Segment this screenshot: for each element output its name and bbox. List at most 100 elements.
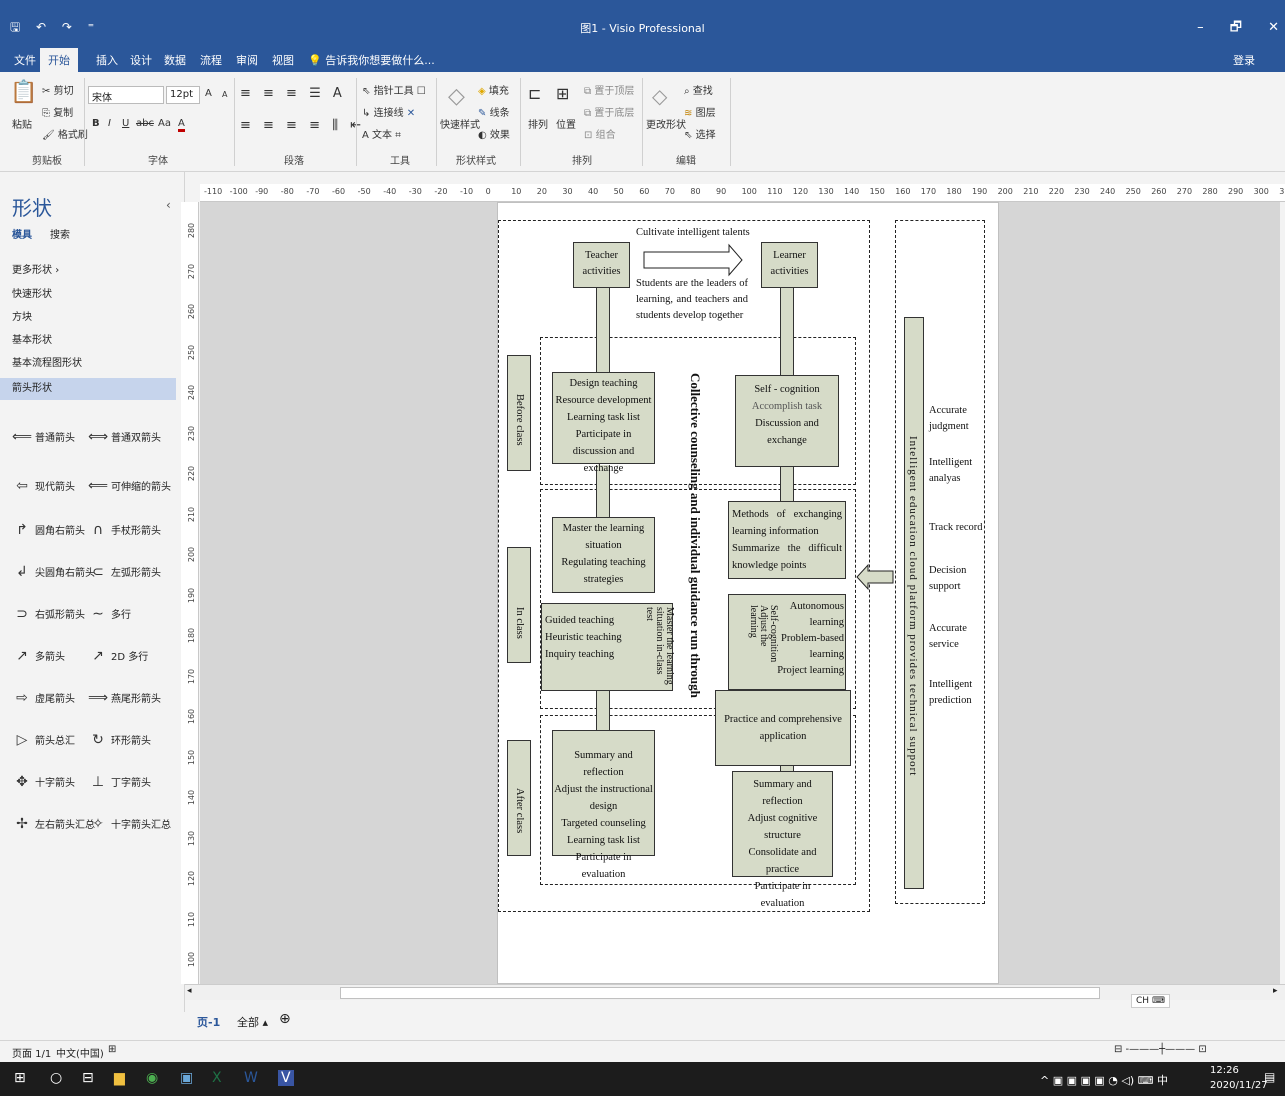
bring-front-button[interactable]: ⧉ 置于顶层	[584, 82, 634, 97]
shape-item[interactable]: ↗ 2D 多行	[88, 648, 148, 664]
find-button[interactable]: ⌕ 查找	[684, 82, 713, 97]
tab-process[interactable]: 流程	[200, 52, 222, 68]
app-icon[interactable]: ▣	[180, 1070, 193, 1086]
stencil-arrow-shapes[interactable]: 箭头形状	[0, 378, 176, 400]
right-arrow-shape[interactable]	[643, 243, 743, 277]
select-button[interactable]: ⇖ 选择	[684, 126, 716, 141]
effects-button[interactable]: ◐ 效果	[478, 126, 510, 141]
tab-stencils[interactable]: 模具	[12, 226, 32, 241]
cut-button[interactable]: ✂ 剪切	[42, 82, 74, 97]
pointer-tool-button[interactable]: ⇖ 指针工具 ☐	[362, 82, 426, 97]
stencil-basic-flowchart[interactable]: 基本流程图形状	[0, 355, 176, 372]
ime-indicator[interactable]: CH ⌨	[1131, 994, 1170, 1008]
teacher-after-box[interactable]: Summary and reflection Adjust the instru…	[552, 730, 655, 880]
file-explorer-icon[interactable]: ▆	[114, 1070, 125, 1086]
task-view-icon[interactable]: ⊟	[82, 1070, 94, 1086]
send-back-button[interactable]: ⧉ 置于底层	[584, 104, 634, 119]
scroll-left-icon[interactable]: ◂	[187, 986, 192, 996]
shape-item[interactable]: ⟹ 燕尾形箭头	[88, 690, 161, 706]
shape-item[interactable]: ↱ 圆角右箭头	[12, 522, 85, 538]
notifications-icon[interactable]: ▤	[1264, 1070, 1275, 1084]
learner-after-box[interactable]: Summary and reflection Adjust cognitive …	[732, 771, 833, 909]
tab-review[interactable]: 审阅	[236, 52, 258, 68]
teacher-before-box[interactable]: Design teaching Resource development Lea…	[552, 372, 655, 474]
shape-item[interactable]: ∼ 多行	[88, 606, 131, 622]
scroll-thumb[interactable]	[340, 987, 1100, 999]
visio-icon[interactable]: V	[278, 1070, 294, 1086]
italic-button[interactable]: I	[108, 118, 111, 129]
tab-home[interactable]: 开始	[40, 48, 78, 72]
learner-activities-box[interactable]: Learner activities	[761, 242, 818, 288]
tab-search[interactable]: 搜索	[50, 226, 70, 241]
change-case-button[interactable]: Aa	[158, 118, 171, 129]
arrange-button[interactable]: 排列	[528, 116, 548, 131]
minimize-button[interactable]: –	[1197, 20, 1204, 35]
page-indicator[interactable]: 页面 1/1	[12, 1045, 51, 1060]
search-icon[interactable]: ○	[50, 1070, 62, 1086]
strikethrough-button[interactable]: abc	[136, 118, 154, 129]
change-shape-button[interactable]: 更改形状	[646, 116, 686, 131]
layers-button[interactable]: ≋ 图层	[684, 104, 716, 119]
drawing-canvas[interactable]: Cultivate intelligent talents Teacher ac…	[200, 202, 1280, 984]
tab-data[interactable]: 数据	[164, 52, 186, 68]
zoom-slider[interactable]: ⊟ -———┼——— ⊡	[1114, 1044, 1207, 1055]
tab-view[interactable]: 视图	[272, 52, 294, 68]
learner-methods-box[interactable]: Methods of exchanging learning informati…	[728, 501, 846, 579]
clock-date[interactable]: 2020/11/27	[1210, 1080, 1268, 1091]
line-button[interactable]: ✎ 线条	[478, 104, 510, 119]
stencil-basic-shapes[interactable]: 基本形状	[0, 332, 176, 349]
shape-item[interactable]: ⟸ 普通箭头	[12, 429, 75, 445]
left-arrow-shape[interactable]	[856, 563, 896, 591]
shape-item[interactable]: ↗ 多箭头	[12, 648, 65, 664]
clock-time[interactable]: 12:26	[1210, 1065, 1239, 1076]
teacher-activities-box[interactable]: Teacher activities	[573, 242, 630, 288]
close-button[interactable]: ✕	[1268, 20, 1279, 35]
language-indicator[interactable]: 中文(中国)	[56, 1045, 104, 1060]
align-top-icons[interactable]: ≡ ≡ ≡ ☰ A	[240, 86, 346, 101]
shape-item[interactable]: ✧ 十字箭头汇总	[88, 816, 171, 832]
font-color-button[interactable]: A	[178, 118, 185, 132]
collapse-pane-icon[interactable]: ‹	[166, 198, 171, 212]
learner-before-box[interactable]: Self - cognition Accomplish task Discuss…	[735, 375, 839, 467]
all-pages-tab[interactable]: 全部 ▴	[237, 1014, 268, 1030]
before-class-label[interactable]: Before class	[507, 355, 531, 471]
shape-item[interactable]: ⊂ 左弧形箭头	[88, 564, 161, 580]
scroll-right-icon[interactable]: ▸	[1273, 986, 1278, 996]
shape-item[interactable]: ↻ 环形箭头	[88, 732, 151, 748]
practice-box[interactable]: Practice and comprehensive application	[715, 690, 851, 766]
teacher-in-box[interactable]: Master the learning situation Regulating…	[552, 517, 655, 593]
font-size-select[interactable]: 12pt	[166, 86, 200, 104]
copy-button[interactable]: ⎘ 复制	[42, 104, 73, 119]
underline-button[interactable]: U	[122, 118, 129, 129]
windows-start-icon[interactable]: ⊞	[14, 1070, 26, 1086]
browser-icon[interactable]: ◉	[146, 1070, 158, 1086]
quick-styles-button[interactable]: 快速样式	[440, 116, 480, 131]
restore-button[interactable]: 🗗	[1230, 20, 1242, 35]
shape-item[interactable]: ⇨ 虚尾箭头	[12, 690, 75, 706]
cloud-platform-label[interactable]: Intelligent education cloud platform pro…	[904, 317, 924, 889]
quick-styles-icon[interactable]: ◇	[448, 84, 465, 109]
connector-button[interactable]: ↳ 连接线 ✕	[362, 104, 415, 119]
tab-design[interactable]: 设计	[130, 52, 152, 68]
shape-item[interactable]: ⟺ 普通双箭头	[88, 429, 161, 445]
system-tray-icons[interactable]: ^ ▣ ▣ ▣ ▣ ◔ ◁) ⌨ 中	[1040, 1072, 1168, 1088]
sign-in-link[interactable]: 登录	[1233, 52, 1255, 68]
page-tab[interactable]: 页-1	[197, 1014, 220, 1030]
tab-insert[interactable]: 插入	[96, 52, 118, 68]
add-page-button[interactable]: ⊕	[279, 1011, 291, 1027]
drawing-page[interactable]: Cultivate intelligent talents Teacher ac…	[497, 202, 999, 984]
change-shape-icon[interactable]: ◇	[652, 84, 667, 108]
in-class-label[interactable]: In class	[507, 547, 531, 663]
shape-item[interactable]: ⟸ 可伸缩的箭头	[88, 478, 171, 494]
tab-file[interactable]: 文件	[14, 52, 36, 68]
paste-button[interactable]: 粘贴	[12, 116, 32, 131]
after-class-label[interactable]: After class	[507, 740, 531, 856]
format-painter-button[interactable]: 🖌 格式刷	[42, 126, 88, 141]
grow-font-button[interactable]: A	[205, 88, 212, 99]
word-icon[interactable]: W	[244, 1070, 258, 1086]
align-text-icons[interactable]: ≡ ≡ ≡ ≡ ⫼ ⇤	[240, 118, 365, 133]
shape-item[interactable]: ⊥ 丁字箭头	[88, 774, 151, 790]
more-shapes-link[interactable]: 更多形状 ›	[0, 262, 176, 279]
bold-button[interactable]: B	[92, 118, 100, 129]
shape-item[interactable]: ∩ 手杖形箭头	[88, 522, 161, 538]
